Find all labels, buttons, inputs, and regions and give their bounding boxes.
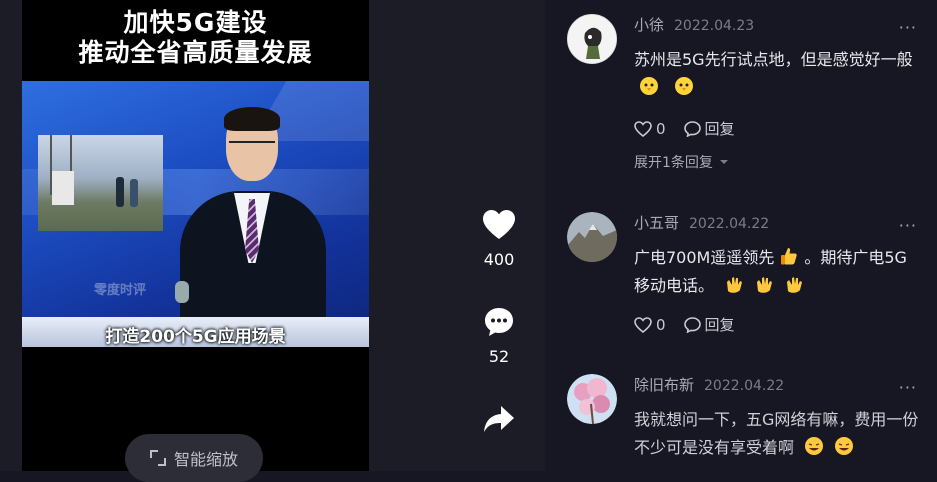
comment-username[interactable]: 除旧布新: [634, 374, 694, 395]
more-options-icon[interactable]: ···: [899, 378, 917, 397]
heart-outline-icon: [634, 120, 652, 137]
comment-bubble-icon: [485, 308, 513, 336]
comment-username[interactable]: 小五哥: [634, 212, 679, 233]
chevron-down-icon: [720, 160, 729, 164]
laughing-emoji-icon: [805, 437, 824, 455]
comment-like-count: 0: [656, 315, 666, 334]
like-count: 400: [483, 250, 515, 269]
chick-emoji-icon: [640, 77, 658, 95]
video-title: 加快5G建设 推动全省高质量发展: [22, 8, 369, 68]
clapping-hands-emoji-icon: [757, 277, 773, 293]
video-title-line2: 推动全省高质量发展: [78, 38, 313, 67]
comment-body-part1: 广电700M遥遥领先: [634, 248, 775, 267]
laughing-emoji-icon: [835, 437, 854, 455]
watermark: 零度时评: [94, 283, 147, 298]
video-stage: 加快5G建设 推动全省高质量发展 零度时评 打造200个5G应用场景 智能缩放 …: [0, 0, 545, 482]
video-title-line1: 加快5G建设: [123, 8, 268, 37]
reply-label: 回复: [704, 316, 735, 334]
comment-control[interactable]: 52: [470, 307, 528, 366]
comment-text: 苏州是5G先行试点地，但是感觉好一般: [634, 46, 919, 102]
comment-item: 小五哥 2022.04.22 ··· 广电700M遥遥领先 。期待广电5G移动电话…: [567, 212, 917, 352]
comment-text: 广电700M遥遥领先 。期待广电5G移动电话。: [634, 244, 919, 300]
clapping-hands-emoji-icon: [787, 277, 803, 293]
video-subtitle: 打造200个5G应用场景: [105, 327, 286, 347]
reply-label: 回复: [704, 120, 735, 138]
comment-body: 我就想问一下，五G网络有嘛，费用一份不少可是没有享受着啊: [634, 410, 919, 457]
comment-date: 2022.04.22: [704, 378, 785, 394]
microphone-icon: [175, 281, 189, 303]
comment-panel: 小徐 2022.04.23 ··· 苏州是5G先行试点地，但是感觉好一般 0 回…: [545, 0, 937, 471]
expand-replies-link[interactable]: 展开1条回复: [634, 152, 729, 172]
comment-count: 52: [488, 347, 510, 366]
expand-replies-label: 展开1条回复: [634, 155, 713, 171]
chick-emoji-icon: [675, 77, 694, 95]
like-control[interactable]: 400: [470, 210, 528, 269]
smart-zoom-label: 智能缩放: [173, 450, 238, 469]
comment-item: 小徐 2022.04.23 ··· 苏州是5G先行试点地，但是感觉好一般 0 回…: [567, 14, 917, 184]
comment-date: 2022.04.23: [674, 18, 755, 34]
avatar[interactable]: [567, 374, 617, 424]
smart-zoom-button[interactable]: 智能缩放: [125, 434, 263, 482]
avatar[interactable]: [567, 14, 617, 64]
comment-like-count: 0: [656, 119, 666, 138]
expand-icon: [149, 450, 166, 466]
heart-outline-icon: [634, 316, 652, 333]
more-options-icon[interactable]: ···: [899, 18, 917, 37]
avatar[interactable]: [567, 212, 617, 262]
comment-body: 苏州是5G先行试点地，但是感觉好一般: [634, 50, 913, 69]
thumbs-up-emoji-icon: [781, 248, 798, 265]
share-button[interactable]: [470, 404, 528, 438]
comment-date: 2022.04.22: [689, 216, 770, 232]
comment-text: 我就想问一下，五G网络有嘛，费用一份不少可是没有享受着啊: [634, 406, 919, 462]
share-arrow-icon: [484, 406, 514, 432]
comment-actions: 0 回复: [634, 314, 735, 335]
comment-username[interactable]: 小徐: [634, 14, 664, 35]
comment-like-button[interactable]: 0: [634, 120, 666, 138]
clapping-hands-emoji-icon: [727, 277, 743, 293]
comment-reply-button[interactable]: 回复: [683, 314, 735, 335]
more-options-icon[interactable]: ···: [899, 216, 917, 235]
reply-bubble-icon: [683, 120, 701, 137]
comment-actions: 0 回复: [634, 118, 735, 139]
video-player[interactable]: 加快5G建设 推动全省高质量发展 零度时评 打造200个5G应用场景: [22, 0, 369, 471]
news-frame: 零度时评: [22, 81, 369, 347]
comment-like-button[interactable]: 0: [634, 316, 666, 334]
heart-icon: [483, 210, 515, 239]
comment-reply-button[interactable]: 回复: [683, 118, 735, 139]
inset-photo: [38, 135, 163, 231]
comment-item: 除旧布新 2022.04.22 ··· 我就想问一下，五G网络有嘛，费用一份不少…: [567, 374, 919, 474]
reply-bubble-icon: [683, 316, 701, 333]
